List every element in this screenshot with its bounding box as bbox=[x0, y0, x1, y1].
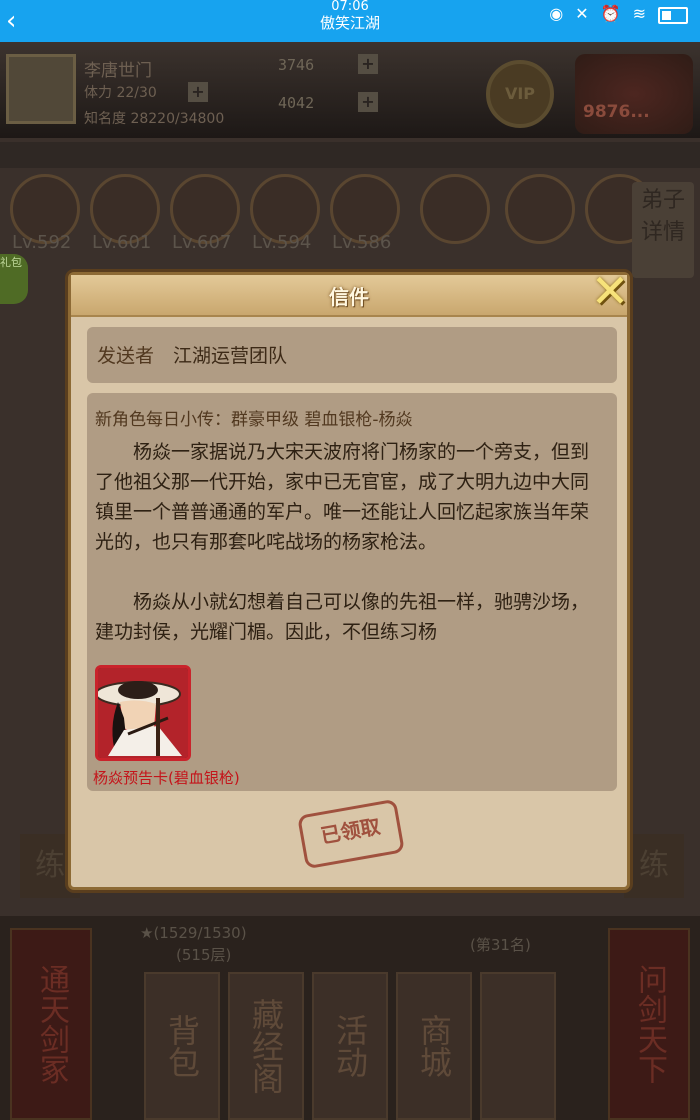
bag-button[interactable]: 背包 bbox=[144, 972, 220, 1120]
mail-dialog: 信件 发送者 江湖运营团队 新角色每日小传：群豪甲级 碧血银枪-杨焱 杨焱一家据… bbox=[68, 272, 630, 890]
divider-strip bbox=[0, 142, 700, 168]
sender-name: 江湖运营团队 bbox=[173, 345, 288, 367]
hero-level: Lv.607 bbox=[172, 232, 232, 253]
activity-button[interactable]: 活动 bbox=[312, 972, 388, 1120]
bottom-menu: ★(1529/1530) (515层) (第31名) 通天剑冢 问剑天下 背包 … bbox=[0, 916, 700, 1120]
player-avatar[interactable] bbox=[6, 54, 76, 124]
stamina-text: 体力 22/30 bbox=[84, 85, 157, 101]
combat-power: 9876... bbox=[575, 54, 693, 134]
hero-level: Lv.601 bbox=[92, 232, 152, 253]
hero-level: Lv.594 bbox=[252, 232, 312, 253]
shop-button[interactable]: 商城 bbox=[396, 972, 472, 1120]
dialog-header: 信件 bbox=[71, 275, 627, 317]
combat-power-value: 9876... bbox=[583, 102, 650, 122]
wenjian-tianxia-button[interactable]: 问剑天下 bbox=[608, 928, 690, 1120]
library-button[interactable]: 藏经阁 bbox=[228, 972, 304, 1120]
star-progress: ★(1529/1530) bbox=[140, 924, 247, 942]
mail-paragraph: 杨焱一家据说乃大宋天波府将门杨家的一个旁支，但到了他祖父那一代开始，家中已无官宦… bbox=[95, 441, 590, 553]
close-x-icon[interactable]: ✕ bbox=[586, 266, 634, 316]
status-icons: ◉ ✕ ⏰ ≋ bbox=[549, 4, 688, 24]
mute-icon: ✕ bbox=[575, 4, 589, 23]
gift-label: 礼包 bbox=[0, 256, 22, 269]
add-stamina-button[interactable]: + bbox=[188, 82, 208, 102]
hero-avatar[interactable] bbox=[505, 174, 575, 244]
wifi-icon: ≋ bbox=[632, 4, 646, 23]
sender-row: 发送者 江湖运营团队 bbox=[87, 327, 617, 383]
player-name: 李唐世门 bbox=[84, 61, 152, 81]
sender-label: 发送者 bbox=[97, 345, 155, 367]
mail-body: 杨焱一家据说乃大宋天波府将门杨家的一个旁支，但到了他祖父那一代开始，家中已无官宦… bbox=[95, 437, 601, 677]
attachment-caption: 杨焱预告卡(碧血银枪) bbox=[93, 769, 240, 787]
top-bar: 李唐世门 体力 22/30 + 知名度 28220/34800 3746 + 4… bbox=[0, 42, 700, 138]
add-gold-button[interactable]: + bbox=[358, 92, 378, 112]
vip-badge[interactable]: VIP bbox=[486, 60, 554, 128]
rank-text: (第31名) bbox=[470, 936, 531, 954]
hero-row: Lv.592 Lv.601 Lv.607 Lv.594 Lv.586 bbox=[0, 174, 700, 264]
silver-count: 3746 bbox=[278, 56, 315, 74]
mail-content[interactable]: 新角色每日小传：群豪甲级 碧血银枪-杨焱 杨焱一家据说乃大宋天波府将门杨家的一个… bbox=[87, 393, 617, 791]
claimed-stamp: 已领取 bbox=[297, 798, 405, 870]
mail-subject: 新角色每日小传：群豪甲级 碧血银枪-杨焱 bbox=[95, 410, 413, 430]
add-silver-button[interactable]: + bbox=[358, 54, 378, 74]
disciple-detail-button[interactable]: 弟子详情 bbox=[632, 182, 694, 278]
attachment-item-card[interactable] bbox=[95, 665, 191, 761]
gold-count: 4042 bbox=[278, 94, 315, 112]
dialog-title: 信件 bbox=[329, 285, 369, 309]
character-portrait-icon bbox=[98, 668, 188, 758]
mail-paragraph: 杨焱从小就幻想着自己可以像的先祖一样，驰骋沙场，建功封侯，光耀门楣。因此，不但练… bbox=[95, 591, 590, 643]
hero-avatar[interactable] bbox=[420, 174, 490, 244]
battery-icon bbox=[658, 7, 688, 24]
status-bar: ‹ 07:06 傲笑江湖 ◉ ✕ ⏰ ≋ bbox=[0, 0, 700, 42]
floor-count: (515层) bbox=[176, 946, 232, 964]
alarm-icon: ⏰ bbox=[600, 4, 621, 23]
menu-button[interactable] bbox=[480, 972, 556, 1120]
hero-level: Lv.586 bbox=[332, 232, 392, 253]
tongtian-jianzhong-button[interactable]: 通天剑冢 bbox=[10, 928, 92, 1120]
eye-icon: ◉ bbox=[549, 4, 564, 23]
train-button-right[interactable]: 练 bbox=[624, 834, 684, 898]
fame-text: 知名度 28220/34800 bbox=[84, 111, 225, 127]
gift-pack-button[interactable]: 礼包 bbox=[0, 254, 28, 304]
hero-level: Lv.592 bbox=[12, 232, 72, 253]
